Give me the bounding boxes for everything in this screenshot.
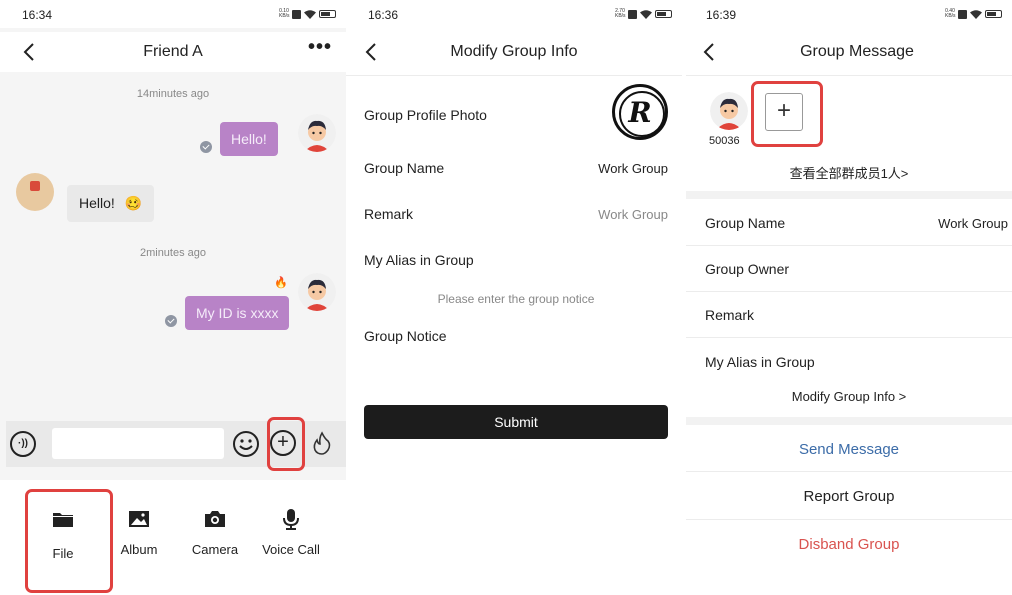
sim-icon — [292, 9, 301, 19]
alias-label: My Alias in Group — [364, 252, 474, 268]
status-time: 16:34 — [22, 8, 53, 22]
battery-icon — [985, 10, 1002, 18]
modify-group-info-link[interactable]: Modify Group Info > — [686, 389, 1012, 404]
status-icons: 0.10 KB/s — [279, 9, 336, 19]
sim-icon — [628, 9, 637, 19]
disband-group-button[interactable]: Disband Group — [686, 536, 1012, 553]
more-options-icon[interactable]: ••• — [308, 36, 332, 59]
section-gap — [686, 191, 1012, 199]
emoji-button[interactable] — [232, 430, 260, 458]
divider — [346, 75, 682, 76]
group-name-label: Group Name — [705, 215, 786, 231]
read-check-icon — [200, 141, 212, 153]
header: Group Message — [686, 32, 1012, 72]
network-speed: 0.10 KB/s — [279, 8, 290, 19]
status-bar: 16:39 0.40 KB/s — [686, 0, 1012, 28]
camera-tool[interactable]: Camera — [184, 510, 246, 557]
group-name-value[interactable]: Work Group — [938, 216, 1008, 231]
battery-icon — [319, 10, 336, 18]
friend-avatar[interactable] — [16, 173, 54, 211]
remark-label: Remark — [705, 307, 755, 323]
divider — [686, 75, 1012, 76]
tool-label: File — [52, 546, 74, 561]
section-gap — [686, 417, 1012, 425]
boy-avatar-icon — [298, 273, 336, 311]
my-avatar — [298, 273, 336, 311]
burn-mode-icon[interactable] — [312, 431, 332, 455]
message-input[interactable] — [52, 428, 224, 459]
status-time: 16:36 — [368, 8, 399, 22]
send-message-button[interactable]: Send Message — [686, 441, 1012, 458]
divider — [686, 245, 1012, 246]
voice-input-button[interactable]: ·)) — [10, 431, 36, 457]
status-bar: 16:36 2.70 KB/s — [346, 0, 682, 28]
emoji-icon: 🥴 — [124, 195, 143, 211]
burn-after-reading-icon: 🔥 — [274, 277, 288, 289]
group-photo-label: Group Profile Photo — [364, 107, 487, 123]
wifi-icon — [304, 9, 316, 19]
message-text: Hello! — [79, 195, 115, 211]
voice-call-tool[interactable]: Voice Call — [258, 508, 324, 557]
chat-header: Friend A ••• — [0, 32, 346, 72]
chat-screen: 16:34 0.10 KB/s Friend A ••• 14minutes a… — [0, 0, 346, 595]
divider — [686, 337, 1012, 338]
image-icon — [129, 511, 149, 527]
more-functions-button[interactable]: + — [270, 430, 296, 456]
timestamp: 14minutes ago — [136, 88, 210, 100]
status-icons: 0.40 KB/s — [945, 9, 1002, 19]
group-notice-input[interactable] — [364, 288, 668, 310]
tool-label: Camera — [191, 542, 239, 557]
wifi-icon — [970, 9, 982, 19]
input-bar: ·)) + — [6, 421, 346, 467]
message-bubble-received[interactable]: Hello! 🥴 — [67, 185, 155, 222]
divider — [686, 519, 1012, 520]
page-title: Modify Group Info — [450, 43, 578, 60]
remark-value[interactable]: Work Group — [598, 207, 668, 222]
network-speed: 2.70 KB/s — [615, 8, 626, 19]
folder-icon — [53, 513, 73, 527]
group-name-label: Group Name — [364, 160, 445, 176]
function-panel: File Album Camera Voice Call — [0, 480, 346, 595]
album-tool[interactable]: Album — [112, 510, 166, 557]
group-owner-label: Group Owner — [705, 261, 790, 277]
network-speed: 0.40 KB/s — [945, 8, 956, 19]
wifi-icon — [640, 9, 652, 19]
sim-icon — [958, 9, 967, 19]
member-avatar[interactable] — [710, 92, 748, 130]
view-all-members-link[interactable]: 查看全部群成员1人> — [686, 163, 1012, 182]
divider — [686, 471, 1012, 472]
boy-avatar-icon — [298, 114, 336, 152]
modify-group-info-screen: 16:36 2.70 KB/s Modify Group Info Group … — [346, 0, 682, 595]
member-id: 50036 — [709, 135, 740, 147]
file-tool[interactable]: File — [36, 510, 90, 561]
camera-icon — [205, 511, 225, 527]
status-bar: 16:34 0.10 KB/s — [0, 0, 346, 28]
status-icons: 2.70 KB/s — [615, 9, 672, 19]
chat-title: Friend A — [143, 43, 203, 60]
logo-letter: R — [628, 96, 652, 129]
tool-label: Voice Call — [262, 542, 320, 557]
microphone-icon — [283, 509, 299, 530]
message-bubble-sent[interactable]: Hello! — [220, 122, 278, 156]
report-group-button[interactable]: Report Group — [686, 488, 1012, 505]
read-check-icon — [165, 315, 177, 327]
page-title: Group Message — [800, 43, 914, 60]
timestamp: 2minutes ago — [139, 247, 207, 259]
battery-icon — [655, 10, 672, 18]
remark-label: Remark — [364, 206, 414, 222]
submit-button[interactable]: Submit — [364, 405, 668, 439]
tool-label: Album — [120, 542, 158, 557]
status-time: 16:39 — [706, 8, 737, 22]
group-message-screen: 16:39 0.40 KB/s Group Message 50036 + 查看… — [686, 0, 1012, 595]
group-name-value[interactable]: Work Group — [598, 161, 668, 176]
boy-avatar-icon — [710, 92, 748, 130]
divider — [686, 291, 1012, 292]
group-notice-label: Group Notice — [364, 328, 447, 344]
message-bubble-sent[interactable]: My ID is xxxx — [185, 296, 290, 330]
my-avatar — [298, 114, 336, 152]
add-member-button[interactable]: + — [765, 93, 803, 131]
group-profile-photo[interactable]: R — [612, 84, 668, 140]
alias-label: My Alias in Group — [705, 354, 815, 370]
header: Modify Group Info — [346, 32, 682, 72]
